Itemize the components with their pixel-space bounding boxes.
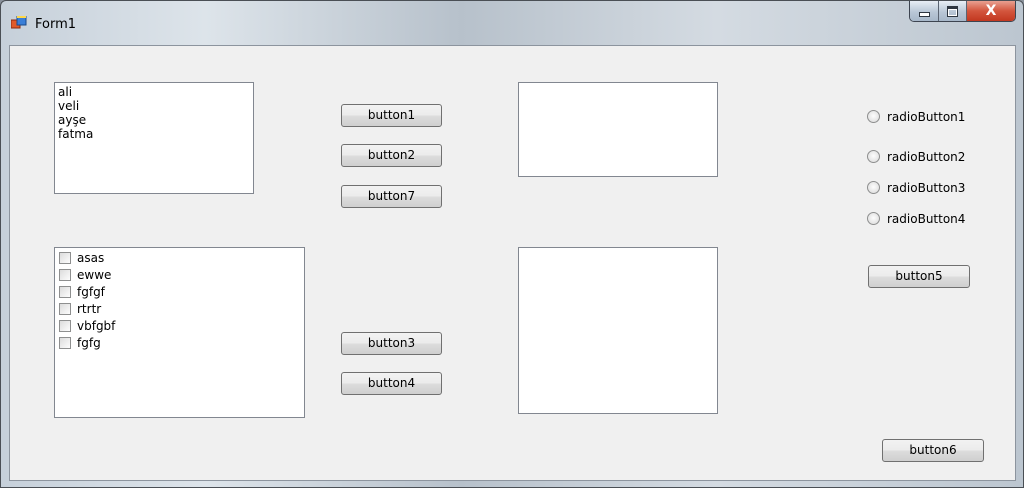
close-button[interactable]: X [967,1,1015,21]
checklist-item-label: asas [77,251,105,265]
maximize-icon [947,6,958,17]
radio-label: radioButton2 [887,150,966,164]
checklist-item[interactable]: rtrtr [59,301,300,318]
maximize-button[interactable] [939,1,967,21]
button1[interactable]: button1 [341,104,442,127]
button6[interactable]: button6 [882,439,984,462]
form-client-area: ali veli ayşe fatma asas ewwe fgfgf rtrt… [9,45,1016,481]
checkbox[interactable] [59,286,71,298]
empty-panel-top [518,82,718,177]
empty-panel-bottom [518,247,718,414]
close-icon: X [985,3,997,19]
list-item[interactable]: ayşe [58,113,250,127]
checkbox[interactable] [59,337,71,349]
checkbox[interactable] [59,269,71,281]
radio-circle[interactable] [867,212,880,225]
checklist-item-label: fgfg [77,336,101,350]
checklist-item-label: vbfgbf [77,319,116,333]
checked-listbox[interactable]: asas ewwe fgfgf rtrtr vbfgbf fgfg [54,247,305,418]
checklist-item-label: rtrtr [77,302,102,316]
title-bar[interactable]: Form1 X [1,1,1023,45]
checklist-item[interactable]: vbfgbf [59,318,300,335]
radio-circle[interactable] [867,150,880,163]
window-title: Form1 [35,17,77,32]
checkbox[interactable] [59,320,71,332]
radio-label: radioButton1 [887,110,966,124]
minimize-icon [919,12,930,17]
window-controls: X [909,1,1016,22]
radio-circle[interactable] [867,181,880,194]
button2[interactable]: button2 [341,144,442,167]
checklist-item[interactable]: asas [59,250,300,267]
button3[interactable]: button3 [341,332,442,355]
minimize-button[interactable] [910,1,939,21]
listbox[interactable]: ali veli ayşe fatma [54,82,254,194]
checkbox[interactable] [59,252,71,264]
button7[interactable]: button7 [341,185,442,208]
checkbox[interactable] [59,303,71,315]
radio-label: radioButton4 [887,212,966,226]
checklist-item[interactable]: fgfg [59,335,300,352]
form-window: Form1 X ali veli ayşe fatma asas ewwe fg… [0,0,1024,488]
form-app-icon [11,16,27,29]
button4[interactable]: button4 [341,372,442,395]
button5[interactable]: button5 [868,265,970,288]
radio-label: radioButton3 [887,181,966,195]
list-item[interactable]: veli [58,99,250,113]
checklist-item[interactable]: fgfgf [59,284,300,301]
checklist-item-label: fgfgf [77,285,105,299]
radio-circle[interactable] [867,110,880,123]
list-item[interactable]: ali [58,85,250,99]
checklist-item-label: ewwe [77,268,112,282]
checklist-item[interactable]: ewwe [59,267,300,284]
list-item[interactable]: fatma [58,127,250,141]
